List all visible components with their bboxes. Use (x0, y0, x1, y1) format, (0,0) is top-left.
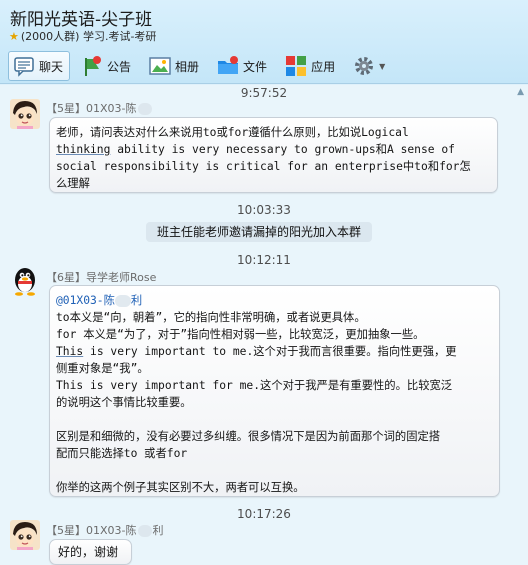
sender-name[interactable]: 【6星】导学老师Rose (46, 269, 156, 285)
timestamp: 10:12:11 (237, 253, 291, 267)
chevron-down-icon: ▼ (379, 61, 386, 71)
message-line: 好的，谢谢 (58, 545, 119, 559)
member-count: (2000人群) (20, 30, 80, 43)
timestamp: 9:57:52 (240, 86, 288, 100)
sender-name[interactable]: 【5星】01X03-陈 利 (46, 522, 164, 538)
message-line: for 本义是“为了，对于”指向性相对弱一些，比较宽泛，更加抽象一些。 (56, 328, 425, 341)
message-line: 侧重对象是“我”。 (56, 362, 149, 375)
redacted-name (137, 525, 152, 537)
tab-chat[interactable]: 聊天 (8, 51, 71, 81)
notice-flag-icon (81, 55, 103, 77)
tab-notice-label: 公告 (107, 59, 132, 74)
gear-icon (353, 55, 375, 77)
timestamp: 10:17:26 (237, 507, 291, 521)
member-level: 【6星】 (46, 271, 86, 284)
tab-album[interactable]: 相册 (144, 51, 206, 81)
member-name: 导学老师Rose (86, 271, 157, 284)
tab-apps-label: 应用 (311, 59, 336, 74)
message-line: 区别是和细微的，没有必要过多纠缠。很多情况下是因为前面那个词的固定搭 (56, 430, 441, 443)
mention-link[interactable]: @01X03-陈 (56, 294, 115, 307)
tab-album-label: 相册 (175, 59, 200, 74)
member-level: 【5星】 (46, 102, 86, 115)
message-line: thinking ability is very necessary to gr… (56, 141, 491, 158)
system-notice: 班主任能老师邀请漏掉的阳光加入本群 (146, 222, 372, 242)
message-line: 的说明这个事情比较重要。 (56, 396, 192, 409)
apps-grid-icon (285, 55, 307, 77)
group-meta: ★ (2000人群) 学习.考试-考研 (9, 28, 156, 44)
tab-files-label: 文件 (243, 59, 268, 74)
redacted-name (114, 295, 131, 307)
group-title: 新阳光英语-尖子班 (10, 10, 153, 30)
message-line-start: This (56, 345, 84, 358)
album-icon (149, 55, 171, 77)
message-line: 老师，请问表达对什么来说用to或for遵循什么原则，比如说Logical (56, 126, 409, 139)
message-line: 配而只能选择to 或者for (56, 447, 188, 460)
member-name: 01X03-陈 (86, 102, 137, 115)
message-line: 么理解 (56, 177, 90, 190)
group-header: 新阳光英语-尖子班 ★ (2000人群) 学习.考试-考研 聊天 公告 相册 文… (0, 0, 528, 84)
message-line (56, 411, 493, 428)
tab-apps[interactable]: 应用 (280, 51, 342, 81)
avatar[interactable] (10, 520, 40, 550)
message-line: This is very important for me.这个对于我严是有重要… (56, 379, 453, 392)
message-bubble[interactable]: 好的，谢谢 (49, 539, 132, 565)
message-bubble[interactable]: @01X03-陈利 to本义是“向，朝着”，它的指向性非常明确，或者说更具体。 … (49, 285, 500, 497)
message-bubble[interactable]: 老师，请问表达对什么来说用to或for遵循什么原则，比如说Logical thi… (49, 117, 498, 193)
star-icon: ★ (9, 30, 19, 43)
message-line: to本义是“向，朝着”，它的指向性非常明确，或者说更具体。 (56, 311, 366, 324)
redacted-name (137, 103, 152, 115)
group-toolbar: 聊天 公告 相册 文件 应用 ▼ (8, 50, 398, 82)
mention-link-tail: 利 (130, 294, 143, 307)
folder-icon (217, 55, 239, 77)
message-line: 你举的这两个例子其实区别不大，两者可以互换。 (56, 481, 305, 494)
message-line-start: thinking (56, 143, 111, 156)
message-line (56, 462, 493, 479)
message-line: social responsibility is critical for an… (56, 160, 471, 173)
mention-line: @01X03-陈 利 (56, 292, 493, 309)
tab-files[interactable]: 文件 (212, 51, 274, 81)
member-level: 【5星】 (46, 524, 86, 537)
message-line-rest: ability is very necessary to grown-ups和A… (110, 143, 455, 156)
message-line-rest: is very important to me.这个对于我而言很重要。指向性更强… (83, 345, 457, 358)
avatar[interactable] (10, 99, 40, 129)
member-name: 01X03-陈 (86, 524, 137, 537)
sender-name[interactable]: 【5星】01X03-陈 (46, 100, 153, 116)
member-name-tail: 利 (152, 524, 164, 537)
message-line: This is very important to me.这个对于我而言很重要。… (56, 343, 493, 360)
chat-icon (13, 55, 35, 77)
tab-chat-label: 聊天 (39, 59, 64, 74)
group-tags: 学习.考试-考研 (82, 30, 157, 43)
avatar[interactable] (10, 266, 40, 296)
tab-notice[interactable]: 公告 (76, 51, 138, 81)
timestamp: 10:03:33 (237, 203, 291, 217)
settings-button[interactable]: ▼ (348, 51, 392, 81)
